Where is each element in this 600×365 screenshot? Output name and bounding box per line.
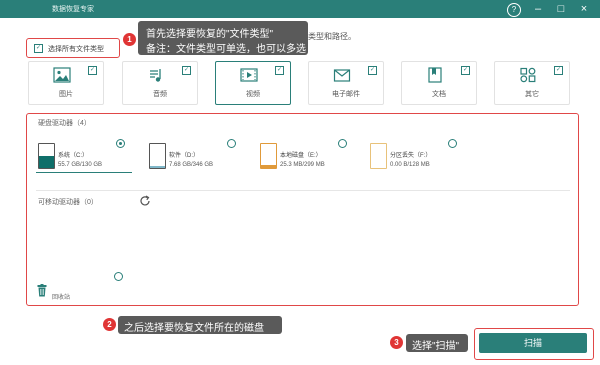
drive-size: 55.7 GB/130 GB <box>58 162 103 168</box>
file-type-label: 音频 <box>153 91 167 98</box>
drive-c[interactable]: 系统（C:） 55.7 GB/130 GB <box>38 143 138 173</box>
callout-step-3-text: 选择"扫描" <box>412 341 460 352</box>
check-icon[interactable]: ✓ <box>461 66 470 75</box>
file-type-audio[interactable]: ✓ 音频 <box>122 61 198 105</box>
removable-drives-title: 可移动驱动器（0） <box>38 199 98 206</box>
video-icon <box>240 68 258 82</box>
callout-step-1-line2: 备注：文件类型可单选，也可以多选 <box>146 44 306 55</box>
app-title: 数据恢复专家 <box>52 6 94 13</box>
file-type-label: 视频 <box>246 91 260 98</box>
check-icon: ✓ <box>34 44 43 53</box>
page-description: 类型和路径。 <box>308 32 356 41</box>
drive-size: 7.68 GB/346 GB <box>169 162 214 168</box>
drive-d-radio[interactable] <box>227 139 236 148</box>
file-type-document[interactable]: ✓ 文档 <box>401 61 477 105</box>
check-icon[interactable]: ✓ <box>554 66 563 75</box>
drive-icon <box>38 143 55 169</box>
drive-name: 系统（C:） <box>58 153 89 159</box>
drive-selection-area <box>26 113 579 306</box>
select-all-label: 选择所有文件类型 <box>48 46 104 53</box>
drive-c-radio[interactable] <box>116 139 125 148</box>
selected-underline <box>36 172 132 173</box>
scan-button[interactable]: 扫描 <box>479 333 587 353</box>
divider <box>36 190 570 191</box>
document-icon <box>428 67 442 83</box>
file-type-image[interactable]: ✓ 图片 <box>28 61 104 105</box>
minimize-button[interactable]: – <box>530 2 546 16</box>
file-type-label: 其它 <box>525 91 539 98</box>
maximize-button[interactable]: □ <box>553 2 569 16</box>
drive-e-radio[interactable] <box>338 139 347 148</box>
title-bar: 数据恢复专家 ? – □ × <box>0 0 600 18</box>
step-3-badge: 3 <box>390 336 403 349</box>
callout-step-1-line1: 首先选择要恢复的"文件类型" <box>146 29 274 40</box>
step-2-badge: 2 <box>103 318 116 331</box>
drive-size: 0.00 B/128 MB <box>390 162 430 168</box>
callout-step-2-text: 之后选择要恢复文件所在的磁盘 <box>124 323 264 334</box>
drive-name: 本地磁盘（E:） <box>280 153 322 159</box>
drive-f[interactable]: 分区丢失（F:） 0.00 B/128 MB <box>370 143 470 173</box>
file-type-label: 电子邮件 <box>332 91 360 98</box>
hard-drives-title: 硬盘驱动器（4） <box>38 120 91 127</box>
other-icon <box>520 67 536 83</box>
file-type-email[interactable]: ✓ 电子邮件 <box>308 61 384 105</box>
callout-step-3: 选择"扫描" <box>406 334 468 352</box>
drive-size: 25.3 MB/299 MB <box>280 162 325 168</box>
drive-f-radio[interactable] <box>448 139 457 148</box>
drive-name: 分区丢失（F:） <box>390 153 432 159</box>
check-icon[interactable]: ✓ <box>275 66 284 75</box>
drive-d[interactable]: 软件（D:） 7.68 GB/346 GB <box>149 143 249 173</box>
drive-name: 软件（D:） <box>169 153 200 159</box>
close-button[interactable]: × <box>576 2 592 16</box>
file-type-other[interactable]: ✓ 其它 <box>494 61 570 105</box>
audio-icon <box>150 69 161 82</box>
check-icon[interactable]: ✓ <box>368 66 377 75</box>
refresh-icon[interactable] <box>139 195 151 207</box>
image-icon <box>53 67 71 83</box>
callout-step-1: 首先选择要恢复的"文件类型" 备注：文件类型可单选，也可以多选 <box>138 21 308 55</box>
check-icon[interactable]: ✓ <box>182 66 191 75</box>
file-type-label: 图片 <box>59 91 73 98</box>
help-icon[interactable]: ? <box>507 3 521 17</box>
drive-icon <box>149 143 166 169</box>
recycle-bin-radio[interactable] <box>114 272 123 281</box>
file-type-video[interactable]: ✓ 视频 <box>215 61 291 105</box>
check-icon[interactable]: ✓ <box>88 66 97 75</box>
drive-icon <box>370 143 387 169</box>
file-type-label: 文档 <box>432 91 446 98</box>
drive-e[interactable]: 本地磁盘（E:） 25.3 MB/299 MB <box>260 143 360 173</box>
email-icon <box>333 69 351 82</box>
drive-icon <box>260 143 277 169</box>
callout-step-2: 之后选择要恢复文件所在的磁盘 <box>118 316 282 334</box>
select-all-checkbox[interactable]: ✓ 选择所有文件类型 <box>26 38 120 58</box>
recycle-bin-icon[interactable] <box>37 284 47 297</box>
recycle-bin-label: 回收站 <box>52 295 71 301</box>
step-1-badge: 1 <box>123 33 136 46</box>
